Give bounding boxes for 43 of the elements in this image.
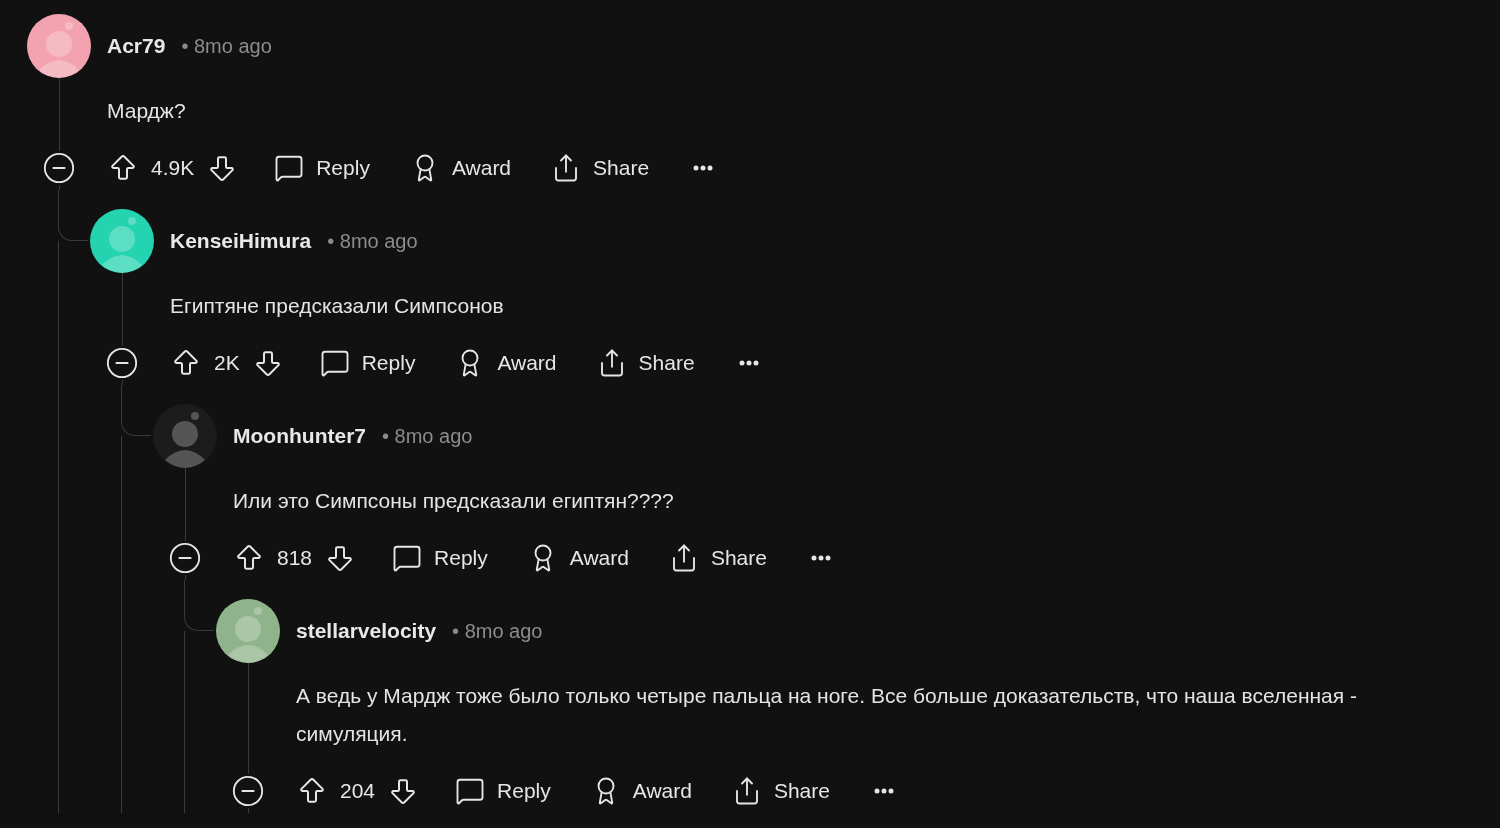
comment-text: Или это Симпсоны предсказали египтян????: [233, 488, 674, 514]
share-button[interactable]: Share: [660, 538, 775, 578]
thread-connector: [58, 190, 88, 241]
share-button[interactable]: Share: [543, 148, 658, 188]
comment-text: Мардж?: [107, 98, 186, 124]
award-button[interactable]: Award: [401, 148, 520, 188]
more-icon: [810, 555, 831, 561]
comment-icon: [274, 153, 305, 183]
avatar-icon: [90, 209, 154, 273]
avatar-icon: [153, 404, 217, 468]
comment-time: • 8mo ago: [452, 619, 543, 644]
comment-icon: [455, 776, 486, 806]
username[interactable]: KenseiHimura: [170, 225, 312, 257]
vote-count: 204: [340, 778, 376, 805]
award-button[interactable]: Award: [447, 343, 565, 383]
share-button[interactable]: Share: [723, 771, 838, 811]
username[interactable]: stellarvelocity: [296, 615, 437, 647]
avatar-icon: [27, 14, 91, 78]
reply-button[interactable]: Reply: [447, 771, 559, 811]
comment-time: • 8mo ago: [382, 424, 473, 449]
username[interactable]: Acr79: [107, 30, 166, 62]
comment-icon: [319, 348, 350, 378]
vote-count: 2K: [214, 350, 240, 377]
reply-button[interactable]: Reply: [384, 538, 496, 578]
vote-count: 818: [277, 545, 313, 572]
more-icon: [693, 165, 714, 171]
thread-connector: [184, 580, 214, 631]
reply-button[interactable]: Reply: [311, 343, 424, 383]
comment-icon: [392, 543, 423, 573]
avatar-icon: [216, 599, 280, 663]
vote-count: 4.9K: [151, 155, 195, 182]
comment-time: • 8mo ago: [181, 34, 272, 59]
award-button[interactable]: Award: [582, 771, 700, 811]
comment-text: Египтяне предсказали Симпсонов: [170, 293, 504, 319]
reply-button[interactable]: Reply: [266, 148, 378, 188]
award-button[interactable]: Award: [519, 538, 637, 578]
comment-text: А ведь у Мардж тоже было только четыре пальца на ноге. Все больше доказательств, что наша вселенная - симуляция.: [296, 683, 1358, 747]
username[interactable]: Moonhunter7: [233, 420, 366, 452]
more-icon: [738, 360, 759, 366]
share-button[interactable]: Share: [588, 343, 703, 383]
thread-connector: [121, 385, 151, 436]
comment-time: • 8mo ago: [327, 229, 418, 254]
more-icon: [873, 788, 894, 794]
